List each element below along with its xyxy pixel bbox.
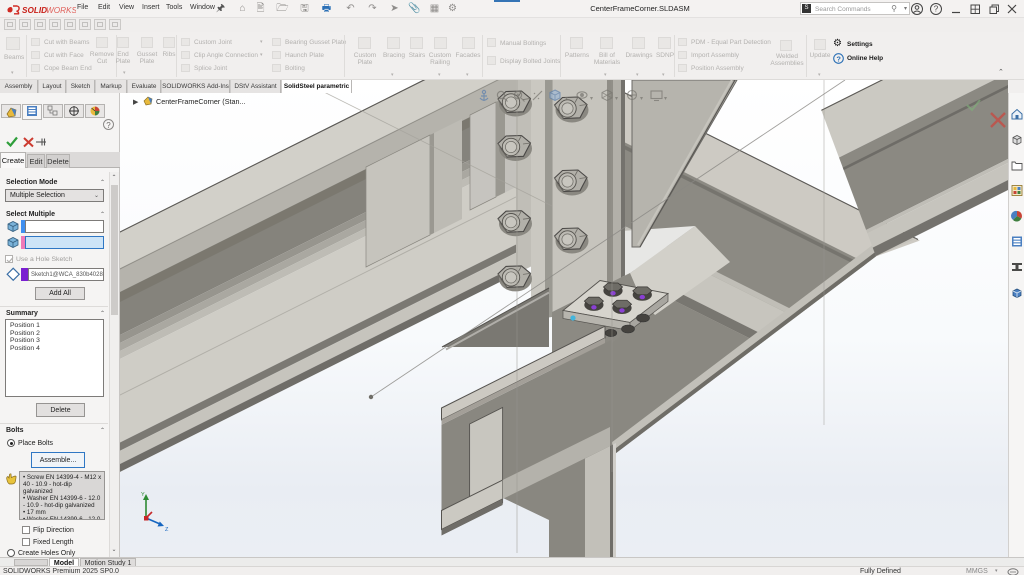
svg-text:SOLID: SOLID: [22, 6, 47, 15]
svg-text:CenterFrameCorner (Stan...: CenterFrameCorner (Stan...: [156, 97, 245, 106]
svg-text:Y: Y: [141, 492, 145, 498]
svg-text:▾: ▾: [664, 96, 667, 102]
svg-text:?: ?: [836, 54, 841, 63]
svg-text:▾: ▾: [590, 96, 593, 102]
svg-text:▾: ▾: [565, 96, 568, 102]
svg-text:?: ?: [934, 5, 939, 14]
svg-text:▾: ▾: [615, 96, 618, 102]
svg-text:▶: ▶: [133, 99, 139, 106]
svg-text:▾: ▾: [640, 96, 643, 102]
svg-text:WORKS: WORKS: [46, 6, 76, 15]
